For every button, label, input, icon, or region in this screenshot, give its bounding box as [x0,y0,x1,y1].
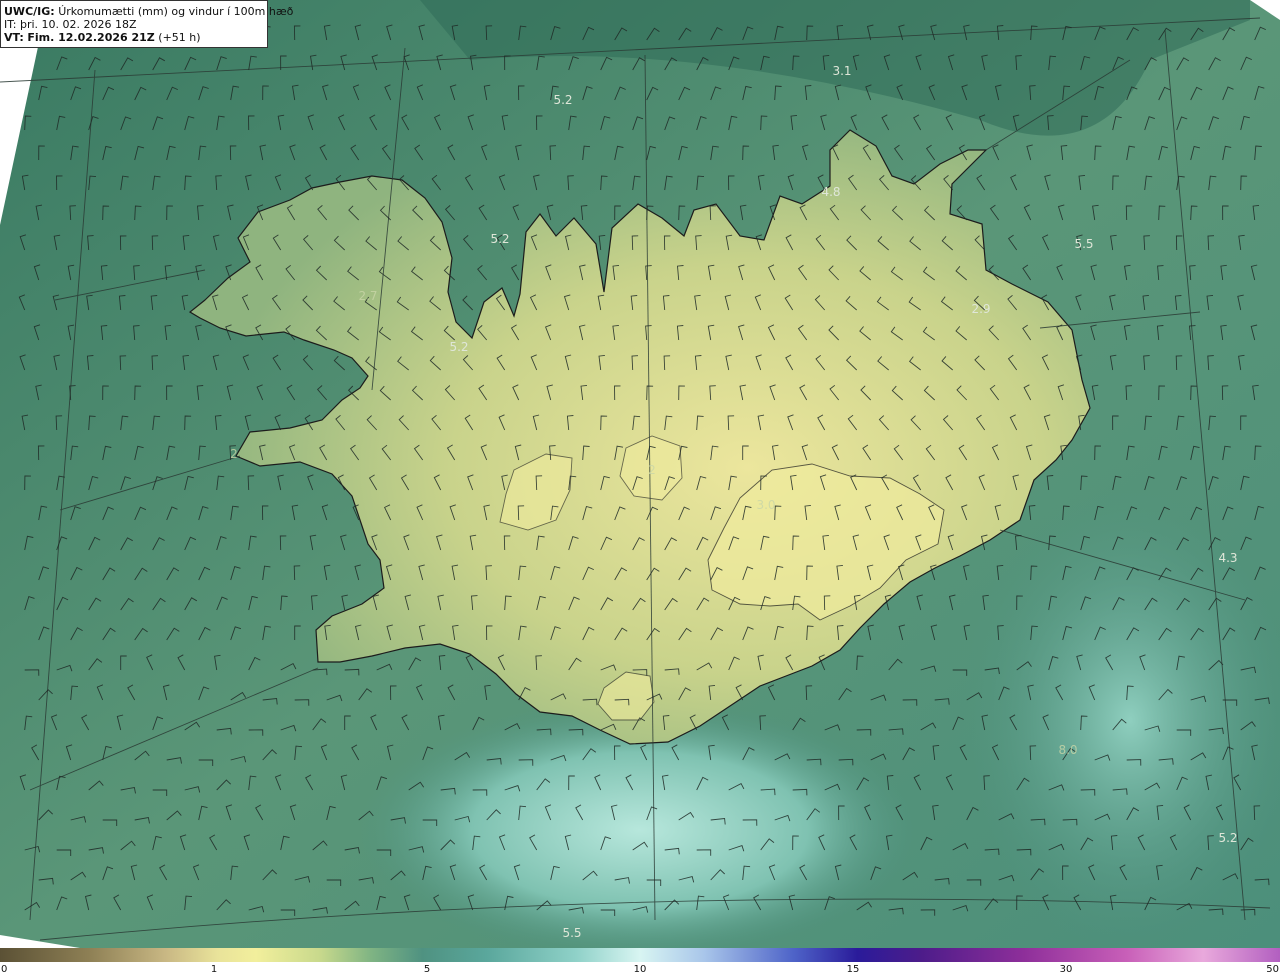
contour-label: 2.9 [971,302,991,316]
contour-label: 2 [230,447,238,461]
contour-label: 3.0 [756,498,776,512]
contour-label: 5.2 [553,93,573,107]
contour-label: 5.2 [490,232,510,246]
colorbar: 0 1 5 10 15 30 50 [0,948,1280,978]
colorbar-tick: 0 [1,964,8,975]
map-area[interactable]: 3.1 5.2 4.8 5.2 5.5 2.7 2.9 5.2 4.3 8.0 … [0,0,1280,948]
colorbar-tick: 5 [423,964,431,975]
valid-prefix: VT: [4,31,24,44]
colorbar-tick: 30 [1059,964,1073,975]
contour-label: 2.7 [358,289,378,303]
contour-label: 4.3 [1218,551,1238,565]
colorbar-tick: 15 [846,964,860,975]
contour-label: 3.1 [832,64,852,78]
colorbar-tick: 1 [210,964,218,975]
contour-label: 2 [648,463,656,477]
valid-time: Fim. 12.02.2026 21Z [27,31,155,44]
contour-label: 4.8 [821,185,841,199]
issue-time: IT: þri. 10. 02. 2026 18Z [4,18,137,31]
product-description: Úrkomumætti (mm) og vindur í 100m hæð [58,5,294,18]
valid-time-line: VT: Fim. 12.02.2026 21Z (+51 h) [4,31,264,44]
contour-label: 5.2 [449,340,469,354]
precipitable-water-map [0,0,1280,948]
map-info-box: UWC/IG: Úrkomumætti (mm) og vindur í 100… [0,0,293,48]
contour-label: 8.0 [1058,743,1078,757]
contour-label: 5.5 [1074,237,1094,251]
contour-label: 5.5 [562,926,582,940]
colorbar-strip [0,948,1280,962]
contour-label: 5.2 [1218,831,1238,845]
colorbar-tick: 10 [633,964,647,975]
colorbar-tick: 50 [1266,964,1279,975]
lead-time: (+51 h) [158,31,201,44]
product-code: UWC/IG: [4,5,55,18]
title-line: UWC/IG: Úrkomumætti (mm) og vindur í 100… [4,5,293,18]
